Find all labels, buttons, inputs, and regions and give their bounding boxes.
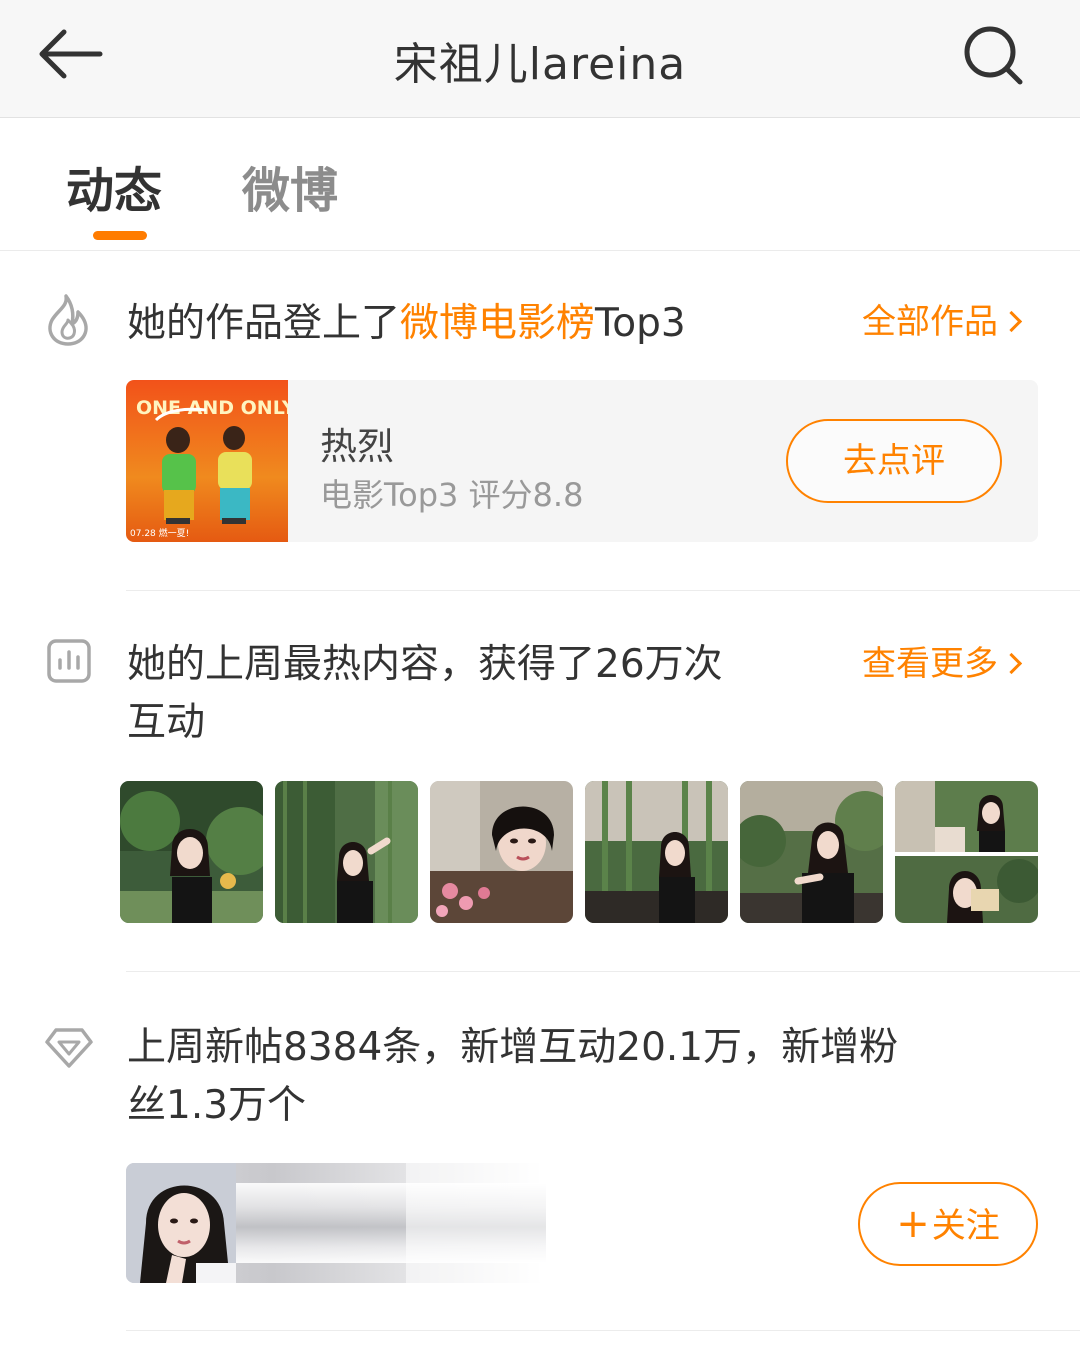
svg-text:ONE AND ONLY: ONE AND ONLY bbox=[136, 397, 288, 419]
page-title: 宋祖儿lareina bbox=[393, 39, 687, 90]
tab-weibo[interactable]: 微博 bbox=[242, 151, 338, 221]
section-divider bbox=[126, 971, 1080, 972]
thumbnail-2[interactable] bbox=[275, 781, 418, 923]
movie-section-title: 她的作品登上了微博电影榜Top3 bbox=[127, 301, 686, 346]
flame-icon bbox=[48, 294, 88, 346]
search-icon bbox=[964, 26, 1023, 85]
chart-icon bbox=[47, 639, 91, 683]
movie-name: 热烈 bbox=[320, 425, 394, 468]
movie-card[interactable]: ONE AND ONLY 07.28 燃一夏! 热烈 电影Top3 评分8.8 … bbox=[126, 380, 1038, 542]
plus-icon: + bbox=[896, 1201, 930, 1247]
profile-preview[interactable] bbox=[126, 1163, 546, 1283]
hot-section-title: 她的上周最热内容，获得了26万次 互动 bbox=[127, 642, 723, 745]
search-button[interactable] bbox=[958, 20, 1030, 92]
active-tab-indicator bbox=[93, 231, 147, 240]
svg-text:07.28 燃一夏!: 07.28 燃一夏! bbox=[130, 527, 189, 539]
follow-button[interactable]: +关注 bbox=[858, 1182, 1038, 1266]
see-more-link[interactable]: 查看更多 bbox=[862, 644, 1023, 684]
section-divider bbox=[126, 590, 1080, 591]
stats-section-title: 上周新帖8384条，新增互动20.1万，新增粉 丝1.3万个 bbox=[127, 1025, 899, 1128]
diamond-icon bbox=[45, 1028, 93, 1068]
thumbnail-6[interactable] bbox=[895, 781, 1038, 923]
thumbnail-4[interactable] bbox=[585, 781, 728, 923]
movie-poster: ONE AND ONLY 07.28 燃一夏! bbox=[126, 380, 288, 542]
thumbnail-1[interactable] bbox=[120, 781, 263, 923]
review-button[interactable]: 去点评 bbox=[786, 419, 1002, 503]
section-divider bbox=[126, 1330, 1080, 1331]
movie-meta: 电影Top3 评分8.8 bbox=[320, 476, 584, 514]
tab-bar: 动态 微博 bbox=[0, 119, 1080, 251]
chevron-right-icon bbox=[1000, 652, 1023, 675]
thumbnail-5[interactable] bbox=[740, 781, 883, 923]
all-works-link[interactable]: 全部作品 bbox=[862, 302, 1023, 342]
chevron-right-icon bbox=[1000, 310, 1023, 333]
tab-dongtai[interactable]: 动态 bbox=[66, 151, 162, 221]
top-nav-bar: 宋祖儿lareina bbox=[0, 0, 1080, 118]
hot-content-thumbnails bbox=[120, 781, 1038, 923]
thumbnail-3[interactable] bbox=[430, 781, 573, 923]
